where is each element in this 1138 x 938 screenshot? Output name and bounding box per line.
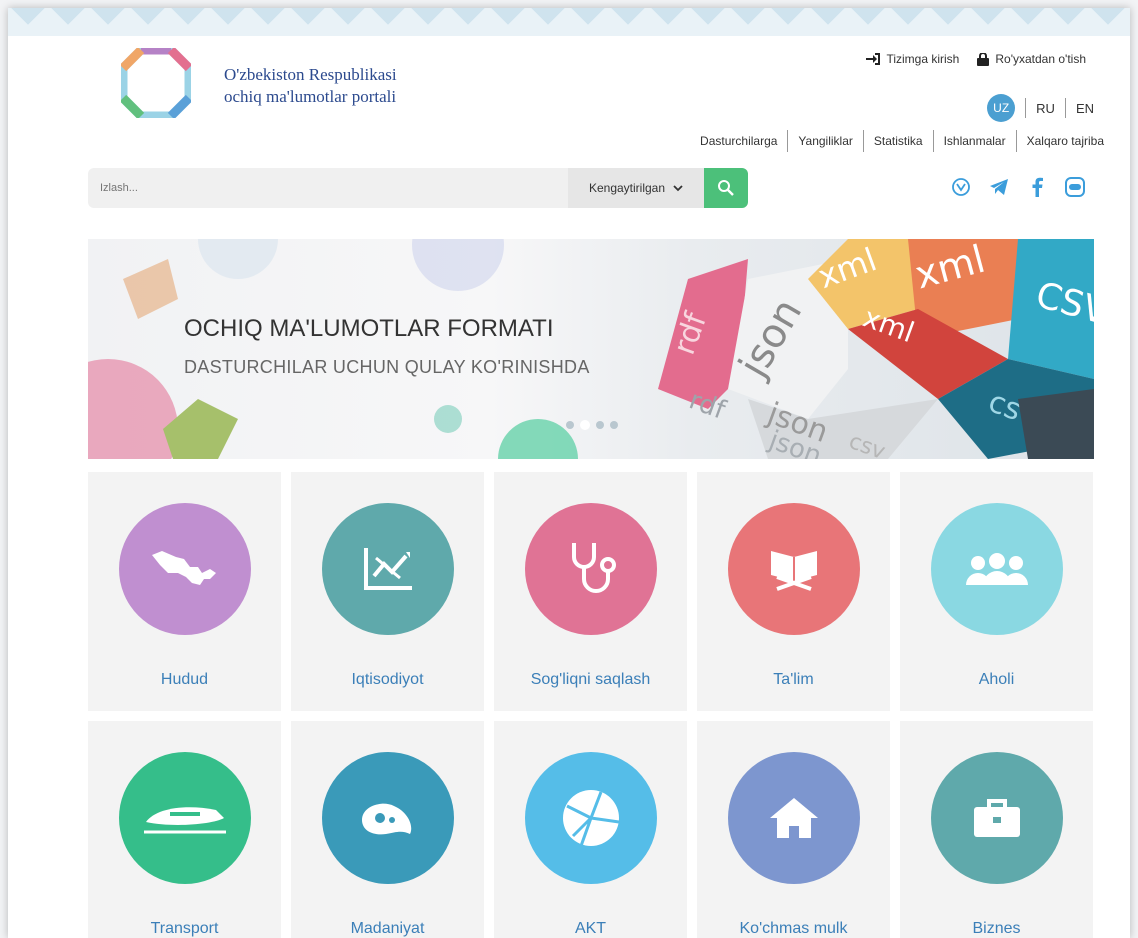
chart-icon xyxy=(364,548,412,590)
network-icon xyxy=(563,790,620,847)
category-label: Transport xyxy=(150,920,219,937)
banner-subtitle: DASTURCHILAR UCHUN QULAY KO'RINISHDA xyxy=(184,357,590,377)
category-label: AKT xyxy=(574,920,607,937)
category-icon-circle xyxy=(119,503,251,635)
nav-statistika[interactable]: Statistika xyxy=(864,134,933,148)
category-icon-circle xyxy=(728,503,860,635)
chevron-down-icon xyxy=(673,184,683,191)
nav-yangiliklar[interactable]: Yangiliklar xyxy=(788,134,862,148)
search-icon xyxy=(718,180,734,196)
telegram-icon[interactable] xyxy=(988,176,1010,198)
search-bar: Kengaytirilgan xyxy=(88,168,748,208)
carousel-dot[interactable] xyxy=(596,421,604,429)
login-label: Tizimga kirish xyxy=(886,52,960,66)
category-kochmas-mulk[interactable]: Ko'chmas mulk xyxy=(697,721,890,938)
language-switcher: UZ RU EN xyxy=(987,94,1094,122)
register-link[interactable]: Ro'yxatdan o'tish xyxy=(977,52,1086,66)
carousel-dot[interactable] xyxy=(566,421,574,429)
nav-ishlanmalar[interactable]: Ishlanmalar xyxy=(934,134,1016,148)
nav-dasturchilarga[interactable]: Dasturchilarga xyxy=(690,134,787,148)
carousel-dots xyxy=(566,420,618,430)
train-icon xyxy=(144,807,226,834)
category-aholi[interactable]: Aholi xyxy=(900,472,1093,711)
category-hudud[interactable]: Hudud xyxy=(88,472,281,711)
portal-logo-icon[interactable] xyxy=(121,48,191,118)
category-iqtisodiyot[interactable]: Iqtisodiyot xyxy=(291,472,484,711)
register-label: Ro'yxatdan o'tish xyxy=(995,52,1086,66)
people-icon xyxy=(966,553,1028,585)
category-sogliqni-saqlash[interactable]: Sog'liqni saqlash xyxy=(494,472,687,711)
viber-icon[interactable] xyxy=(950,176,972,198)
top-pattern xyxy=(8,8,1130,36)
lang-ru[interactable]: RU xyxy=(1036,101,1055,116)
lang-divider xyxy=(1025,98,1027,118)
lang-divider xyxy=(1064,98,1066,118)
category-madaniyat[interactable]: Madaniyat xyxy=(291,721,484,938)
category-icon-circle xyxy=(322,503,454,635)
chat-icon[interactable] xyxy=(1064,176,1086,198)
category-biznes[interactable]: Biznes xyxy=(900,721,1093,938)
house-icon xyxy=(770,798,818,838)
category-transport[interactable]: Transport xyxy=(88,721,281,938)
category-akt[interactable]: AKT xyxy=(494,721,687,938)
category-talim[interactable]: Ta'lim xyxy=(697,472,890,711)
advanced-search-label: Kengaytirilgan xyxy=(588,181,666,195)
login-link[interactable]: Tizimga kirish xyxy=(866,52,959,66)
carousel-dot[interactable] xyxy=(610,421,618,429)
top-navigation: Dasturchilarga Yangiliklar Statistika Is… xyxy=(690,130,1114,152)
category-icon-circle xyxy=(525,752,657,884)
category-label: Biznes xyxy=(972,920,1021,937)
brand-line-2: ochiq ma'lumotlar portali xyxy=(224,87,397,106)
map-icon xyxy=(152,551,216,585)
facebook-icon[interactable] xyxy=(1026,176,1048,198)
lock-icon xyxy=(977,52,990,66)
category-icon-circle xyxy=(931,752,1063,884)
category-label: Iqtisodiyot xyxy=(351,671,424,688)
paisley-icon xyxy=(362,803,412,835)
stethoscope-icon xyxy=(572,543,616,593)
category-label: Ta'lim xyxy=(773,671,814,688)
category-label: Aholi xyxy=(978,671,1015,688)
category-label: Ko'chmas mulk xyxy=(739,920,848,937)
search-input[interactable] xyxy=(88,168,568,208)
nav-xalqaro-tajriba[interactable]: Xalqaro tajriba xyxy=(1017,134,1114,148)
category-icon-circle xyxy=(728,752,860,884)
carousel-dot-active[interactable] xyxy=(580,420,590,430)
hero-banner[interactable]: rdf json xml xml CSV xml csv json csv rd… xyxy=(88,239,1094,459)
search-button[interactable] xyxy=(704,168,748,208)
banner-title: OCHIQ MA'LUMOTLAR FORMATI xyxy=(184,315,554,342)
login-icon xyxy=(866,53,881,65)
category-label: Sog'liqni saqlash xyxy=(530,671,651,688)
lang-uz[interactable]: UZ xyxy=(987,94,1016,122)
category-icon-circle xyxy=(119,752,251,884)
lang-en[interactable]: EN xyxy=(1076,101,1094,116)
category-label: Hudud xyxy=(160,671,209,688)
social-links xyxy=(950,176,1086,198)
portal-brand[interactable]: O'zbekiston Respublikasi ochiq ma'lumotl… xyxy=(224,64,397,108)
category-icon-circle xyxy=(931,503,1063,635)
category-label: Madaniyat xyxy=(350,920,425,937)
category-icon-circle xyxy=(525,503,657,635)
briefcase-icon xyxy=(974,799,1020,837)
book-icon xyxy=(771,551,817,591)
portal-page: O'zbekiston Respublikasi ochiq ma'lumotl… xyxy=(8,8,1130,938)
advanced-search-dropdown[interactable]: Kengaytirilgan xyxy=(568,168,704,208)
brand-line-1: O'zbekiston Respublikasi xyxy=(224,65,397,84)
auth-links: Tizimga kirish Ro'yxatdan o'tish xyxy=(866,52,1086,66)
category-icon-circle xyxy=(322,752,454,884)
